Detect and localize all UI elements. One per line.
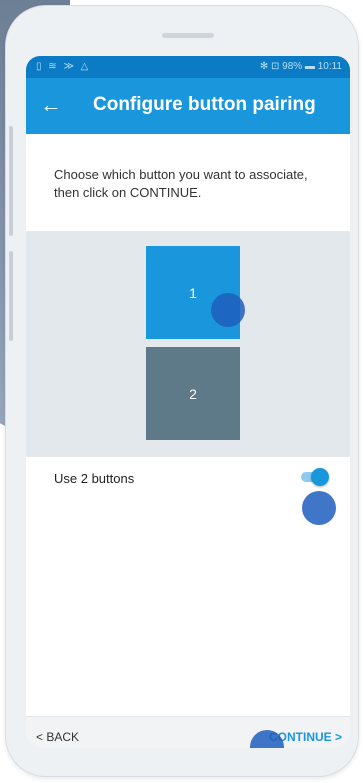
page-title: Configure button pairing [93,94,316,115]
status-left-icons: ▯ ≋ ≫ △ [36,61,91,72]
pair-button-label: 1 [189,284,197,301]
toggle-knob [311,468,329,486]
phone-frame: ▯ ≋ ≫ △ ✻ ⊡ 98% ▬ 10:11 ← Configure butt… [6,6,358,776]
arrow-left-icon[interactable]: ← [40,92,62,118]
status-right-info: ✻ ⊡ 98% ▬ 10:11 [259,61,342,72]
button-pairing-area: 1 2 [26,231,350,457]
status-bar: ▯ ≋ ≫ △ ✻ ⊡ 98% ▬ 10:11 [26,56,350,78]
app-screen: ▯ ≋ ≫ △ ✻ ⊡ 98% ▬ 10:11 ← Configure butt… [26,56,350,748]
pair-button-label: 2 [189,385,197,402]
phone-side-button [9,251,13,341]
use-two-buttons-toggle[interactable] [299,468,329,486]
phone-speaker [162,33,214,38]
pair-button-2[interactable]: 2 [146,347,240,440]
back-button[interactable]: < BACK [36,730,79,744]
bottom-navigation-bar: < BACK CONTINUE > [26,716,350,748]
use-two-buttons-label: Use 2 buttons [54,471,135,486]
touch-indicator [302,491,336,525]
phone-side-button [9,126,13,236]
app-bar: ← Configure button pairing [26,78,350,134]
touch-indicator [211,293,245,327]
instruction-text: Choose which button you want to associat… [54,167,308,200]
